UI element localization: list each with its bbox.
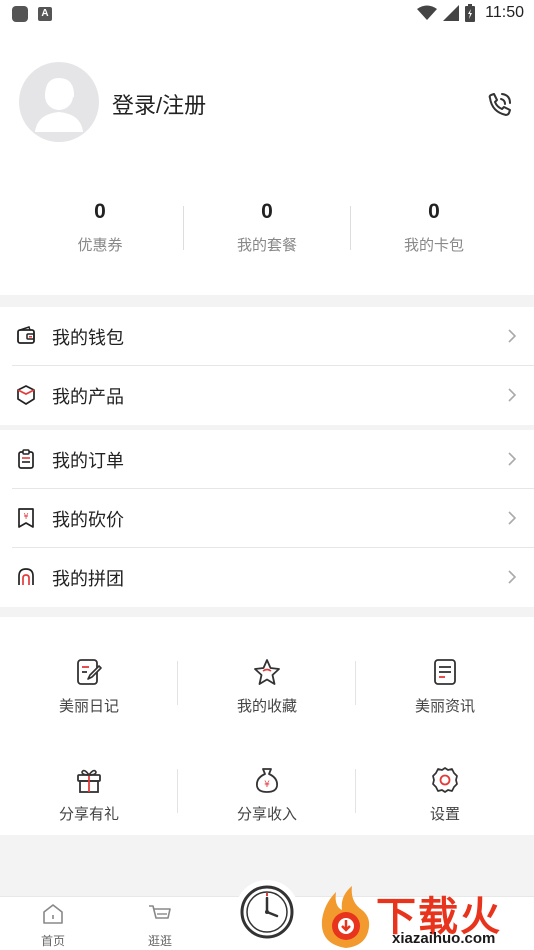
feature-grid: 美丽日记 我的收藏 美丽资讯 分享有礼 ¥ 分享收入 设置 bbox=[0, 617, 534, 835]
wifi-icon bbox=[417, 5, 438, 20]
feature-share-income[interactable]: ¥ 分享收入 bbox=[178, 765, 356, 845]
wallet-icon bbox=[17, 326, 35, 344]
profile-header: 登录/注册 0 优惠券 0 我的套餐 0 我的卡包 bbox=[0, 30, 534, 295]
watermark-logo: 下载火 xiazaihuo.com bbox=[316, 882, 534, 950]
menu-item-product[interactable]: 我的产品 bbox=[0, 366, 534, 425]
feature-label: 分享有礼 bbox=[58, 806, 119, 823]
battery-icon bbox=[465, 4, 476, 22]
chevron-right-icon bbox=[508, 452, 517, 466]
menu-item-wallet[interactable]: 我的钱包 bbox=[0, 307, 534, 366]
menu-item-orders[interactable]: 我的订单 bbox=[0, 430, 534, 489]
feature-label: 设置 bbox=[429, 806, 460, 823]
menu-item-label: 我的砍价 bbox=[52, 510, 124, 530]
gift-icon bbox=[77, 769, 101, 793]
menu-item-label: 我的拼团 bbox=[52, 569, 124, 589]
tab-label: 逛逛 bbox=[147, 934, 172, 948]
cardpack-count: 0 bbox=[428, 200, 440, 223]
feature-label: 美丽资讯 bbox=[414, 698, 475, 715]
news-icon bbox=[434, 659, 456, 685]
menu-item-bargain[interactable]: ¥ 我的砍价 bbox=[0, 489, 534, 548]
coupon-count: 0 bbox=[94, 200, 106, 223]
cardpack-label: 我的卡包 bbox=[403, 237, 464, 254]
svg-text:¥: ¥ bbox=[264, 780, 270, 790]
avatar[interactable] bbox=[19, 62, 99, 142]
divider bbox=[183, 206, 184, 250]
login-register-link[interactable]: 登录/注册 bbox=[112, 88, 206, 120]
feature-label: 分享收入 bbox=[236, 806, 297, 823]
bargain-tag-icon: ¥ bbox=[18, 508, 34, 528]
user-silhouette-icon bbox=[35, 78, 83, 132]
gear-icon bbox=[432, 767, 458, 793]
chevron-right-icon bbox=[508, 388, 517, 402]
group-people-icon bbox=[18, 568, 34, 585]
signal-icon bbox=[443, 5, 460, 21]
menu-item-label: 我的产品 bbox=[52, 387, 124, 407]
app-notification-icon: A bbox=[38, 7, 52, 21]
cardpack-stat[interactable]: 0 我的卡包 bbox=[354, 200, 514, 255]
feature-share-gift[interactable]: 分享有礼 bbox=[0, 765, 178, 845]
chevron-right-icon bbox=[508, 329, 517, 343]
feature-label: 我的收藏 bbox=[236, 698, 297, 715]
menu-group-orders: 我的订单 ¥ 我的砍价 我的拼团 bbox=[0, 430, 534, 607]
svg-text:¥: ¥ bbox=[23, 512, 28, 521]
chevron-right-icon bbox=[508, 570, 517, 584]
feature-favorites[interactable]: 我的收藏 bbox=[178, 657, 356, 737]
feature-label: 美丽日记 bbox=[58, 698, 119, 715]
watermark-url: xiazaihuo.com bbox=[392, 930, 496, 947]
clock-time: 11:50 bbox=[485, 4, 524, 21]
tab-home[interactable]: 首页 bbox=[23, 903, 83, 949]
coupon-stat[interactable]: 0 优惠券 bbox=[20, 200, 180, 255]
divider bbox=[350, 206, 351, 250]
clock-icon bbox=[240, 885, 294, 939]
feature-beauty-diary[interactable]: 美丽日记 bbox=[0, 657, 178, 737]
center-clock-button[interactable] bbox=[235, 880, 299, 944]
menu-item-label: 我的订单 bbox=[52, 451, 124, 471]
tab-label: 首页 bbox=[40, 934, 65, 948]
notification-icon bbox=[12, 6, 28, 22]
menu-group-wallet: 我的钱包 我的产品 bbox=[0, 307, 534, 425]
star-icon bbox=[254, 659, 280, 685]
feature-beauty-news[interactable]: 美丽资讯 bbox=[356, 657, 534, 737]
box-icon bbox=[17, 385, 35, 405]
menu-item-label: 我的钱包 bbox=[52, 328, 124, 348]
phone-call-icon[interactable] bbox=[484, 90, 514, 120]
menu-item-group-buy[interactable]: 我的拼团 bbox=[0, 548, 534, 607]
package-stat[interactable]: 0 我的套餐 bbox=[187, 200, 347, 255]
flame-logo-icon bbox=[321, 886, 370, 948]
clipboard-icon bbox=[18, 449, 34, 469]
package-count: 0 bbox=[261, 200, 273, 223]
tab-browse[interactable]: 逛逛 bbox=[130, 903, 190, 949]
diary-icon bbox=[77, 659, 102, 685]
home-icon bbox=[43, 904, 63, 924]
package-label: 我的套餐 bbox=[236, 237, 297, 254]
feature-settings[interactable]: 设置 bbox=[356, 765, 534, 845]
status-bar: A 11:50 bbox=[0, 0, 534, 30]
cart-icon bbox=[149, 905, 171, 919]
money-bag-icon: ¥ bbox=[256, 768, 278, 793]
chevron-right-icon bbox=[508, 511, 517, 525]
coupon-label: 优惠券 bbox=[77, 237, 123, 254]
